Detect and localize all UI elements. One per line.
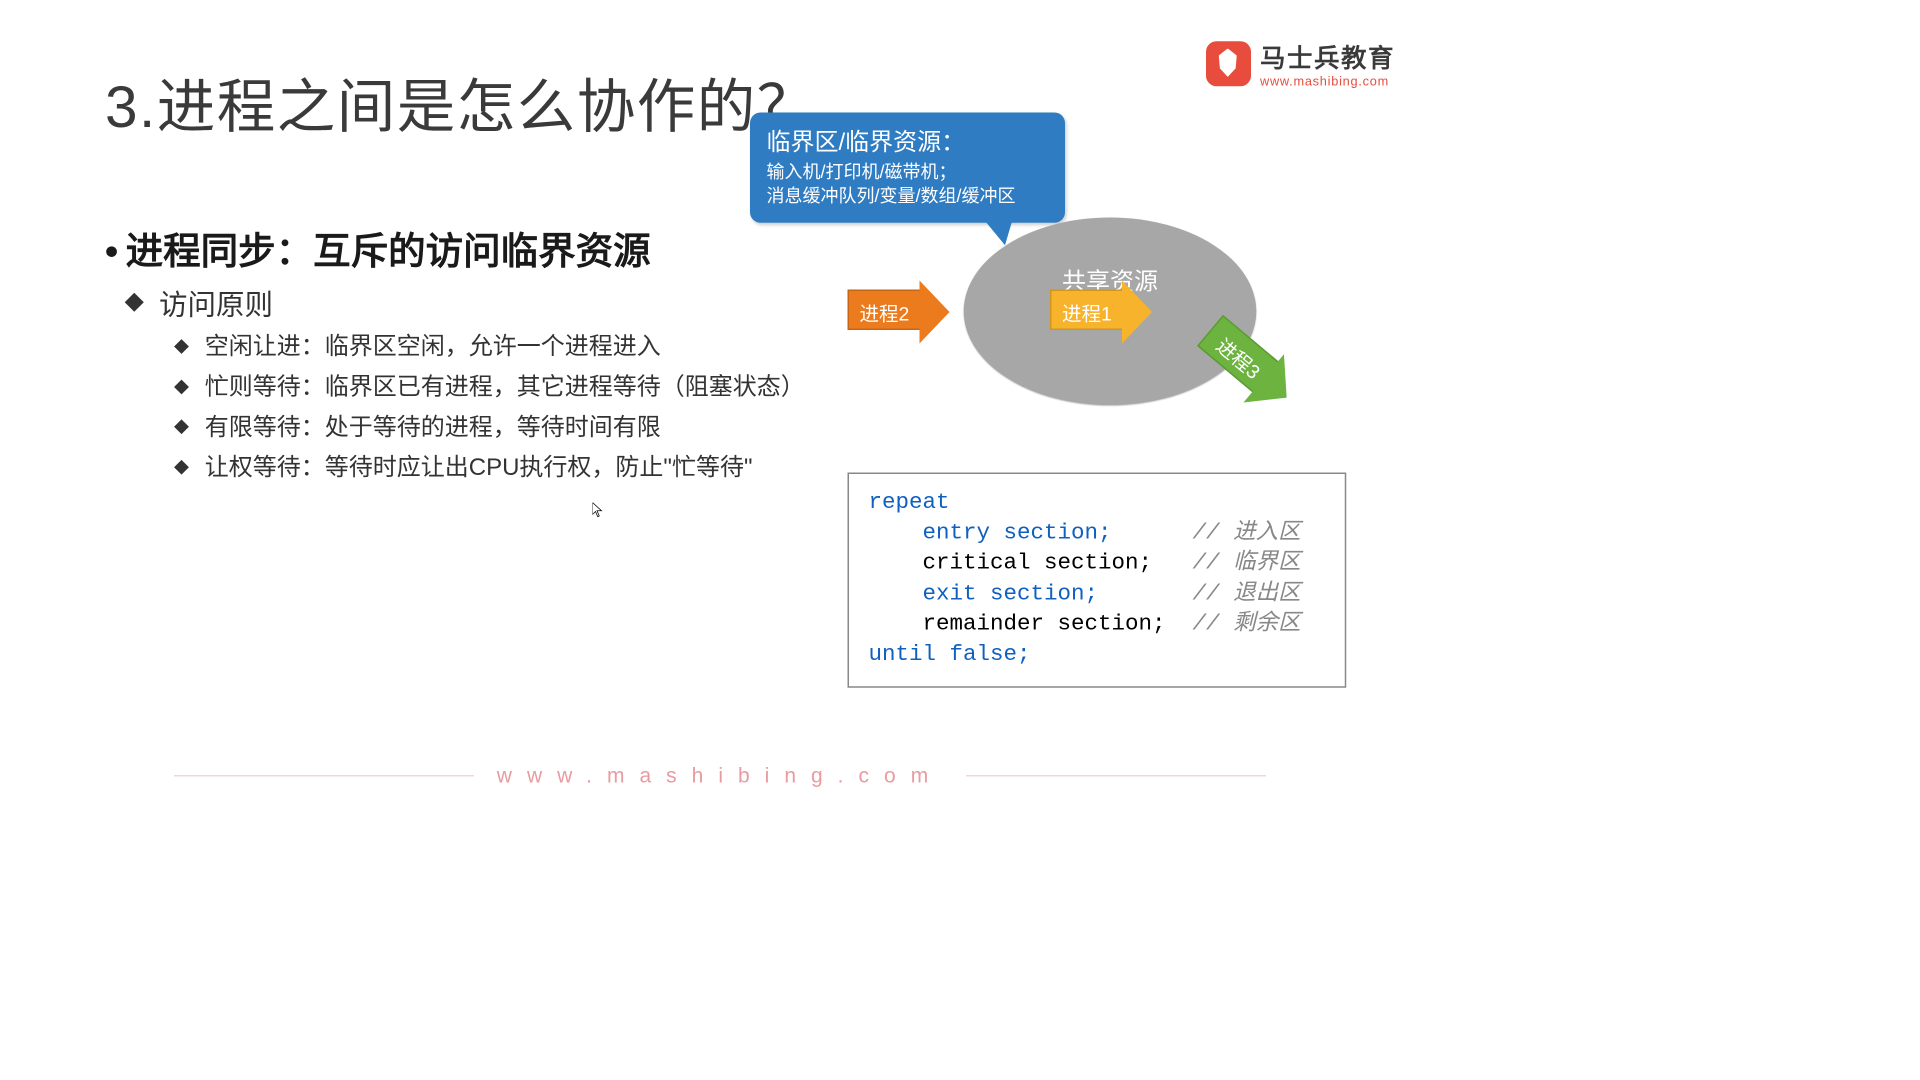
code-kw: repeat	[869, 490, 950, 516]
arrow-label: 进程1	[1062, 299, 1112, 327]
slide-title: 3.进程之间是怎么协作的？	[105, 60, 817, 144]
speech-tail-icon	[984, 220, 1013, 246]
section-heading: 访问原则	[128, 281, 274, 322]
code-comment: // 临界区	[1193, 551, 1301, 577]
code-text: exit section;	[869, 581, 1193, 607]
diamond-bullet-icon	[174, 420, 189, 435]
process1-arrow: 进程1	[1050, 290, 1125, 334]
arrow-right-icon	[1122, 281, 1152, 344]
divider	[966, 775, 1266, 776]
cursor-icon	[593, 503, 604, 518]
footer-url: www.mashibing.com	[497, 764, 943, 788]
callout-line: 输入机/打印机/磁带机；	[767, 161, 1049, 185]
callout-title: 临界区/临界资源：	[767, 123, 1049, 158]
list-item: 空闲让进：临界区空闲，允许一个进程进入	[176, 326, 805, 366]
list-item: 有限等待：处于等待的进程，等待时间有限	[176, 407, 805, 447]
diamond-bullet-icon	[174, 339, 189, 354]
rule-text: 空闲让进：临界区空闲，允许一个进程进入	[205, 326, 661, 366]
logo-title: 马士兵教育	[1260, 38, 1395, 75]
code-kw: until false;	[869, 642, 1031, 668]
diamond-bullet-icon	[174, 379, 189, 394]
rule-text: 有限等待：处于等待的进程，等待时间有限	[205, 407, 661, 447]
code-comment: // 进入区	[1193, 520, 1301, 546]
diamond-bullet-icon	[125, 292, 144, 311]
list-item: 忙则等待：临界区已有进程，其它进程等待（阻塞状态）	[176, 367, 805, 407]
arrow-label: 进程2	[860, 299, 910, 327]
brand-logo: 马士兵教育 www.mashibing.com	[1206, 38, 1395, 90]
callout-box: 临界区/临界资源： 输入机/打印机/磁带机； 消息缓冲队列/变量/数组/缓冲区	[750, 113, 1065, 223]
code-text: critical section;	[869, 551, 1193, 577]
logo-url: www.mashibing.com	[1260, 74, 1395, 89]
rule-text: 忙则等待：临界区已有进程，其它进程等待（阻塞状态）	[205, 367, 805, 407]
subtitle-text: 进程同步：互斥的访问临界资源	[126, 230, 651, 272]
code-text: remainder section;	[869, 611, 1193, 637]
list-item: 让权等待：等待时应让出CPU执行权，防止"忙等待"	[176, 447, 805, 487]
footer: www.mashibing.com	[0, 764, 1440, 788]
process2-arrow: 进程2	[848, 290, 923, 334]
diamond-bullet-icon	[174, 460, 189, 475]
callout-line: 消息缓冲队列/变量/数组/缓冲区	[767, 185, 1049, 209]
logo-icon	[1206, 41, 1251, 86]
code-text: entry section;	[869, 520, 1193, 546]
code-comment: // 退出区	[1193, 581, 1301, 607]
rules-list: 空闲让进：临界区空闲，允许一个进程进入 忙则等待：临界区已有进程，其它进程等待（…	[176, 326, 805, 487]
arrow-right-icon	[920, 281, 950, 344]
divider	[174, 775, 474, 776]
rule-text: 让权等待：等待时应让出CPU执行权，防止"忙等待"	[205, 447, 753, 487]
section-heading-text: 访问原则	[159, 281, 273, 322]
code-comment: // 剩余区	[1193, 611, 1301, 637]
code-block: repeat entry section; // 进入区 critical se…	[848, 473, 1347, 688]
slide-subtitle: •进程同步：互斥的访问临界资源	[105, 221, 651, 275]
